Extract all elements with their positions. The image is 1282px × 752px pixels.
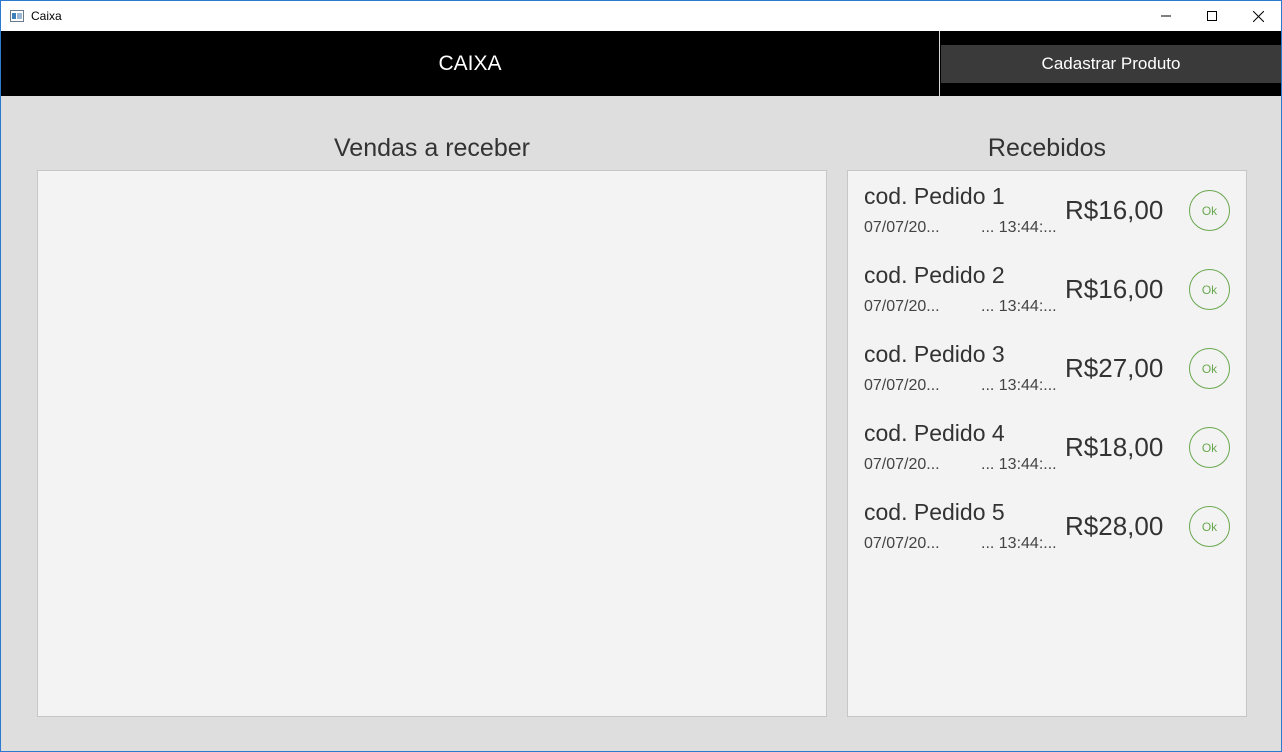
order-code: cod. Pedido 4 [864,420,1005,446]
order-price: R$27,00 [1065,353,1164,383]
list-item: cod. Pedido 3 07/07/20... ... 13:44:... … [848,329,1246,408]
register-product-button[interactable]: Cadastrar Produto [941,45,1281,83]
window-title: Caixa [31,9,62,23]
header-divider [939,31,940,96]
ok-button[interactable]: Ok [1189,348,1230,389]
ok-button[interactable]: Ok [1189,269,1230,310]
ok-button[interactable]: Ok [1189,427,1230,468]
ok-button[interactable]: Ok [1189,506,1230,547]
list-item: cod. Pedido 2 07/07/20... ... 13:44:... … [848,250,1246,329]
maximize-icon [1207,11,1217,21]
app-window: Caixa CAIXA Cadastrar Produto Vendas a r… [0,0,1282,752]
order-date: 07/07/20... [864,219,940,236]
maximize-button[interactable] [1189,1,1235,31]
order-code: cod. Pedido 3 [864,341,1005,367]
order-date: 07/07/20... [864,456,940,473]
close-icon [1252,10,1264,22]
order-date: 07/07/20... [864,535,940,552]
list-item: cod. Pedido 4 07/07/20... ... 13:44:... … [848,408,1246,487]
pending-sales-title: Vendas a receber [334,134,530,162]
page-title: CAIXA [438,51,502,75]
order-price: R$28,00 [1065,511,1164,541]
order-price: R$16,00 [1065,195,1164,225]
order-date: 07/07/20... [864,377,940,394]
order-time: ... 13:44:... [981,219,1057,236]
order-price: R$18,00 [1065,432,1164,462]
pending-sales-list[interactable] [37,170,827,717]
order-code: cod. Pedido 1 [864,183,1005,209]
minimize-icon [1161,15,1171,17]
title-bar[interactable]: Caixa [1,1,1281,31]
order-date: 07/07/20... [864,298,940,315]
order-time: ... 13:44:... [981,298,1057,315]
order-time: ... 13:44:... [981,535,1057,552]
order-time: ... 13:44:... [981,377,1057,394]
window-controls [1143,1,1281,31]
app-header: CAIXA Cadastrar Produto [1,31,1281,96]
received-title: Recebidos [987,134,1107,162]
list-item: cod. Pedido 5 07/07/20... ... 13:44:... … [848,487,1246,566]
order-time: ... 13:44:... [981,456,1057,473]
minimize-button[interactable] [1143,1,1189,31]
order-price: R$16,00 [1065,274,1164,304]
ok-button[interactable]: Ok [1189,190,1230,231]
app-window-icon [10,10,24,22]
list-item: cod. Pedido 1 07/07/20... ... 13:44:... … [848,171,1246,250]
order-code: cod. Pedido 5 [864,499,1005,525]
received-list[interactable]: cod. Pedido 1 07/07/20... ... 13:44:... … [847,170,1247,717]
order-code: cod. Pedido 2 [864,262,1005,288]
close-button[interactable] [1235,1,1281,31]
